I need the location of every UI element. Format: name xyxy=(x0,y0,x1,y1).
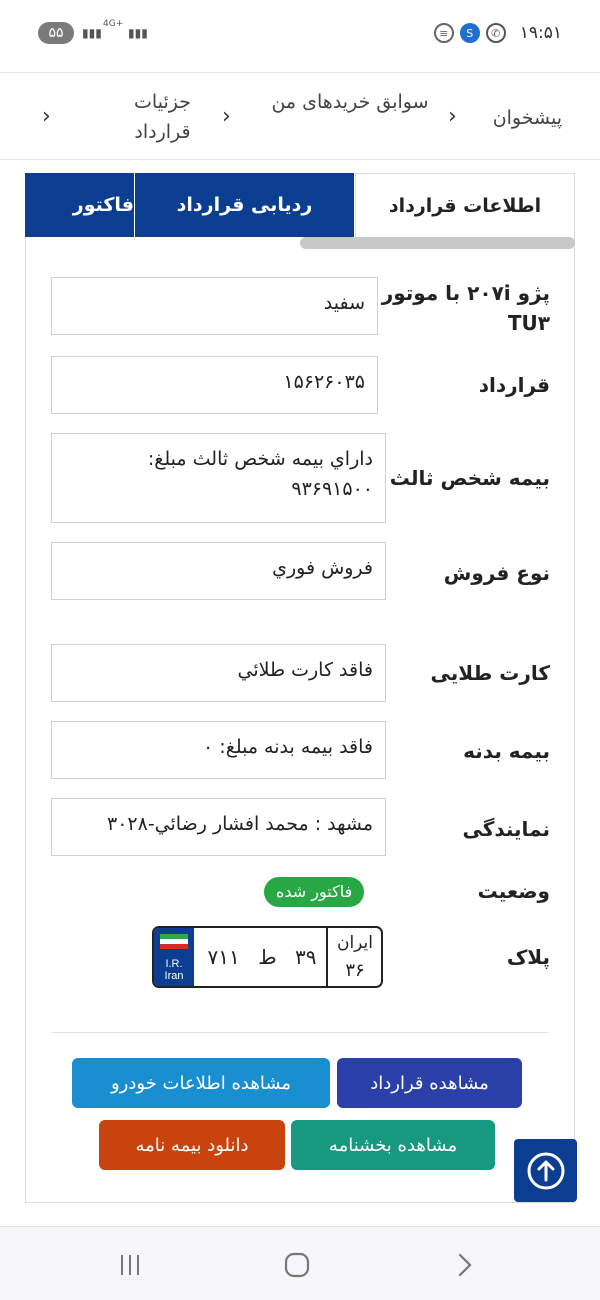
view-vehicle-info-button[interactable]: مشاهده اطلاعات خودرو xyxy=(72,1058,330,1108)
car-name-label: پژو ۲۰۷i با موتور TU۳ xyxy=(381,281,550,335)
section-divider xyxy=(51,1032,549,1033)
battery-indicator: ۵۵ xyxy=(38,22,74,44)
car-color-field: سفید xyxy=(51,277,378,335)
horizontal-scrollbar[interactable] xyxy=(300,237,575,249)
sale-type-field: فروش فوري xyxy=(51,542,386,600)
whatsapp-icon: ✆ xyxy=(485,23,506,43)
contract-label: قرارداد xyxy=(478,373,550,397)
system-navigation-bar xyxy=(0,1226,600,1300)
sale-type-label: نوع فروش xyxy=(443,561,550,585)
breadcrumb-item-contract-details: جزئیات قرارداد xyxy=(134,91,191,143)
tab-contract-info[interactable]: اطلاعات قرارداد xyxy=(355,173,575,237)
chevron-right-icon[interactable]: › xyxy=(42,103,51,131)
plate-country-code: I.R. Iran xyxy=(164,958,184,982)
contract-number-field: ۱۵۶۲۶۰۳۵ xyxy=(51,356,378,414)
agency-field: مشهد : محمد افشار رضائي-۳۰۲۸ xyxy=(51,798,386,856)
plate-region-word: ایران xyxy=(336,933,374,953)
tab-bar: اطلاعات قرارداد ردیابی قرارداد فاکتور xyxy=(25,173,575,237)
agency-label: نمایندگی xyxy=(462,817,550,841)
status-badge: فاکتور شده xyxy=(264,877,365,907)
app-notification-icon: ≡ xyxy=(433,23,454,43)
chevron-right-icon: › xyxy=(448,104,457,129)
license-plate: I.R. Iran ۳۹ ط ۷۱۱ ایران ۳۶ xyxy=(152,926,383,988)
clock: ۱۹:۵۱ xyxy=(519,23,562,43)
status-right-group: ≡ S ✆ ۱۹:۵۱ xyxy=(433,20,562,46)
third-party-insurance-label: بیمه شخص ثالث xyxy=(389,466,550,490)
plate-number: ۳۹ ط ۷۱۱ xyxy=(207,945,317,969)
recent-apps-icon[interactable] xyxy=(110,1245,150,1285)
breadcrumb-item-dashboard[interactable]: پیشخوان xyxy=(472,103,562,133)
gold-card-field: فاقد كارت طلائي xyxy=(51,644,386,702)
breadcrumb: پیشخوان › سوابق خریدهای من › جزئیات قرار… xyxy=(0,72,600,160)
breadcrumb-item-purchase-history[interactable]: سوابق خریدهای من xyxy=(270,87,430,117)
chevron-right-icon: › xyxy=(222,104,231,129)
plate-label: پلاک xyxy=(506,945,550,969)
view-contract-button[interactable]: مشاهده قرارداد xyxy=(337,1058,522,1108)
status-bar: ۵۵ ▮▮▮ 4G+ ▮▮▮ ≡ S ✆ ۱۹:۵۱ xyxy=(0,0,600,66)
third-party-insurance-field: داراي بيمه شخص ثالث مبلغ: ۹۳۶۹۱۵۰۰ xyxy=(51,433,386,523)
download-insurance-button[interactable]: دانلود بیمه نامه xyxy=(99,1120,285,1170)
shazam-icon: S xyxy=(459,23,480,43)
view-circular-button[interactable]: مشاهده بخشنامه xyxy=(291,1120,495,1170)
app-screen: ۵۵ ▮▮▮ 4G+ ▮▮▮ ≡ S ✆ ۱۹:۵۱ پیشخوان › سوا… xyxy=(0,0,600,1300)
body-insurance-field: فاقد بيمه بدنه مبلغ: ۰ xyxy=(51,721,386,779)
home-icon[interactable] xyxy=(277,1245,317,1285)
signal-icon: ▮▮▮ xyxy=(82,26,102,40)
gold-card-label: کارت طلایی xyxy=(430,661,550,685)
arrow-up-circle-icon xyxy=(527,1152,564,1189)
scroll-to-top-button[interactable] xyxy=(514,1139,577,1202)
body-insurance-label: بیمه بدنه xyxy=(463,739,550,763)
signal-icon-2: ▮▮▮ xyxy=(128,26,148,40)
tab-contract-tracking[interactable]: ردیابی قرارداد xyxy=(135,173,355,237)
plate-region-code: ۳۶ xyxy=(345,960,365,981)
status-label: وضعیت xyxy=(477,879,550,903)
tab-invoice[interactable]: فاکتور xyxy=(25,173,135,237)
plate-divider xyxy=(326,928,328,986)
back-icon[interactable] xyxy=(444,1245,484,1285)
network-type-label: 4G+ xyxy=(103,19,124,29)
